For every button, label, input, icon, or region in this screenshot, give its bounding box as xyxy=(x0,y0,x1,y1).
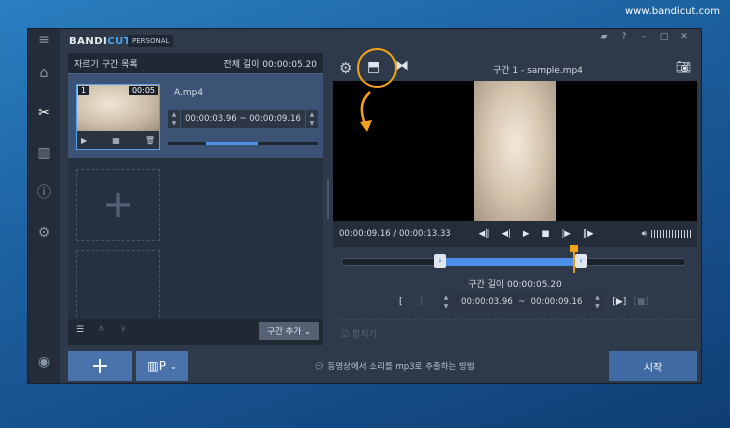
clip-thumbnail[interactable]: 1 00:05 ▶ ▦ 🗑 xyxy=(76,84,160,150)
record-icon[interactable]: ◉ xyxy=(36,354,52,370)
edition-badge: PERSONAL xyxy=(128,35,174,47)
clip-duration: 00:05 xyxy=(128,86,158,95)
segment-length: 구간 길이 00:00:05.20 xyxy=(468,280,562,290)
stop-icon[interactable]: ■ xyxy=(541,229,549,239)
annotation-arrow xyxy=(360,91,372,132)
add-segment-button[interactable]: 구간 추가 ⌄ xyxy=(259,322,319,340)
total-length: 전체 길이 00:00:05.20 xyxy=(223,60,317,70)
folder-icon[interactable]: ▰ xyxy=(597,32,611,42)
next-frame-icon[interactable]: |▶ xyxy=(561,229,570,239)
menu-icon[interactable]: ≡ xyxy=(36,32,52,48)
volume-slider[interactable] xyxy=(651,230,691,238)
scissors-icon[interactable]: ✂ xyxy=(36,105,52,121)
stop-segment-icon[interactable]: [■] xyxy=(633,297,649,307)
time-range-field[interactable]: 00:00:03.96 ~ 00:00:09.16 xyxy=(181,110,305,128)
logo: BANDICUT xyxy=(69,36,132,47)
start-time[interactable]: 00:00:03.96 xyxy=(185,114,237,124)
empty-segment-slot xyxy=(76,250,160,322)
separator: ~ xyxy=(239,114,247,124)
film-icon[interactable]: ▥ xyxy=(36,145,52,161)
move-up-icon[interactable]: ∧ xyxy=(98,324,105,334)
help-link[interactable]: 💬︎ 동영상에서 소리를 mp3로 추출하는 방법 xyxy=(314,360,475,372)
segment-list-header: 자르기 구간 목록 전체 길이 00:00:05.20 xyxy=(68,53,323,73)
start-button[interactable]: 시작 xyxy=(609,351,697,381)
clip-time-range: ▲ ▼ 00:00:03.96 ~ 00:00:09.16 ▲ ▼ xyxy=(168,110,318,128)
segment-list-panel: 자르기 구간 목록 전체 길이 00:00:05.20 1 00:05 ▶ ▦ … xyxy=(68,53,323,345)
video-preview[interactable] xyxy=(333,81,697,221)
bottom-bar: + ▥P ⌄ 💬︎ 동영상에서 소리를 mp3로 추출하는 방법 시작 xyxy=(68,349,697,381)
minimize-icon[interactable]: – xyxy=(637,32,651,42)
segment-list-title: 자르기 구간 목록 xyxy=(74,60,138,70)
move-down-icon[interactable]: ∨ xyxy=(120,324,127,334)
separator: ~ xyxy=(518,297,526,307)
prev-segment-icon[interactable]: ◀‖ xyxy=(479,229,490,239)
end-handle[interactable]: ‹ xyxy=(575,254,587,268)
thumbnail-toolbar: ▶ ▦ 🗑 xyxy=(77,131,159,149)
list-delete-icon[interactable]: ☰ xyxy=(76,325,84,335)
gear-icon[interactable]: ⚙ xyxy=(36,225,52,241)
flip-icon[interactable]: ⧓ xyxy=(395,58,409,74)
clip-progress-fill xyxy=(205,142,258,145)
info-icon[interactable]: ⓘ xyxy=(36,185,52,201)
volume-icon[interactable]: 🔊︎ xyxy=(642,229,647,239)
set-end-icon[interactable]: ] xyxy=(420,297,424,307)
add-segment-slot[interactable]: + xyxy=(76,169,160,241)
current-time: 00:00:09.16 / 00:00:13.33 xyxy=(339,229,451,239)
segment-item[interactable]: 1 00:05 ▶ ▦ 🗑 A.mp4 ▲ ▼ 00:00:03.96 ~ 00:… xyxy=(68,73,323,158)
help-link-label: 동영상에서 소리를 mp3로 추출하는 방법 xyxy=(327,362,475,372)
trash-icon[interactable]: 🗑 xyxy=(145,136,155,145)
output-mode-button[interactable]: ▥P ⌄ xyxy=(136,351,188,381)
website-url: www.bandicut.com xyxy=(624,6,720,17)
start-handle[interactable]: › xyxy=(434,254,446,268)
video-frame xyxy=(474,81,556,221)
playback-controls: 00:00:09.16 / 00:00:13.33 ◀‖ ◀| ▶ ■ |▶ ‖… xyxy=(333,221,697,247)
open-file-button[interactable]: + xyxy=(68,351,132,381)
play-icon[interactable]: ▶ xyxy=(523,229,530,239)
merge-checkbox[interactable]: ☑ 합치기 xyxy=(333,319,697,345)
segment-index: 1 xyxy=(78,86,90,95)
chevron-down-icon: ⌄ xyxy=(169,361,177,371)
sidebar: ≡ ⌂ ✂ ▥ ⓘ ⚙ ◉ xyxy=(28,29,60,383)
segment-time-range: [ ] ▲ ▼ 00:00:03.96 ~ 00:00:09.16 ▲ ▼ [▶] … xyxy=(399,293,649,311)
grid-icon[interactable]: ▦ xyxy=(112,136,120,145)
rotate-highlight-circle xyxy=(357,48,397,88)
end-stepper[interactable]: ▲ ▼ xyxy=(305,110,318,128)
next-segment-icon[interactable]: ‖▶ xyxy=(583,229,594,239)
camera-icon[interactable]: 📷︎ xyxy=(676,60,691,74)
player-title: 구간 1 - sample.mp4 xyxy=(493,66,583,76)
help-icon[interactable]: ? xyxy=(617,32,631,42)
clip-progress-track xyxy=(168,142,318,145)
segment-list-footer: ☰ ∧ ∨ 구간 추가 ⌄ xyxy=(68,319,323,345)
player-panel: ⚙ ⬒ ⧓ 구간 1 - sample.mp4 📷︎ 00:00:09.16 /… xyxy=(333,53,697,345)
start-stepper[interactable]: ▲ ▼ xyxy=(440,293,453,311)
home-icon[interactable]: ⌂ xyxy=(36,65,52,81)
end-stepper[interactable]: ▲ ▼ xyxy=(591,293,604,311)
set-start-icon[interactable]: [ xyxy=(399,297,403,307)
time-range-field[interactable]: 00:00:03.96 ~ 00:00:09.16 xyxy=(453,293,591,311)
start-time[interactable]: 00:00:03.96 xyxy=(461,297,513,307)
maximize-icon[interactable]: □ xyxy=(657,32,671,42)
add-segment-label: 구간 추가 xyxy=(267,327,302,337)
film-p-icon: ▥P xyxy=(147,359,166,373)
prev-frame-icon[interactable]: ◀| xyxy=(501,229,510,239)
selected-range xyxy=(436,258,576,266)
panel-splitter[interactable] xyxy=(327,179,329,219)
clip-filename: A.mp4 xyxy=(174,88,204,98)
start-stepper[interactable]: ▲ ▼ xyxy=(168,110,180,128)
play-segment-icon[interactable]: [▶] xyxy=(612,297,626,307)
merge-label: 합치기 xyxy=(351,330,377,340)
settings-gear-icon[interactable]: ⚙ xyxy=(339,59,352,77)
end-time[interactable]: 00:00:09.16 xyxy=(531,297,583,307)
end-time[interactable]: 00:00:09.16 xyxy=(249,114,301,124)
play-icon[interactable]: ▶ xyxy=(81,136,87,145)
playhead[interactable] xyxy=(570,245,578,273)
close-icon[interactable]: ✕ xyxy=(677,32,691,42)
playhead-marker xyxy=(570,245,578,252)
chat-icon: 💬︎ xyxy=(314,362,325,372)
